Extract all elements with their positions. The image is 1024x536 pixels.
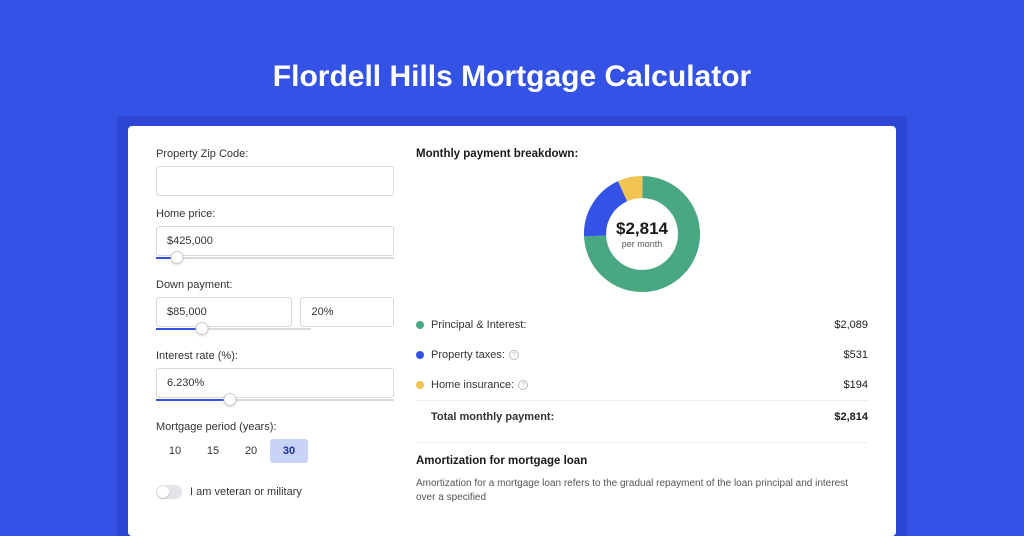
rate-input[interactable] [156,368,394,398]
legend-dot [416,321,424,329]
legend-label: Property taxes:? [431,349,844,361]
info-icon[interactable]: ? [518,380,528,390]
donut-sub: per month [622,239,663,249]
period-button-10[interactable]: 10 [156,439,194,463]
price-slider-thumb[interactable] [171,251,184,264]
legend-row: Principal & Interest:$2,089 [416,310,868,340]
calculator-card: Property Zip Code: Home price: Down paym… [128,126,896,536]
page-title: Flordell Hills Mortgage Calculator [273,60,751,94]
veteran-toggle-knob [157,486,169,498]
legend-value: $194 [844,379,868,391]
rate-slider-thumb[interactable] [223,393,236,406]
rate-group: Interest rate (%): [156,350,394,409]
period-group: Mortgage period (years): 10152030 [156,421,394,463]
legend-total-row: Total monthly payment: $2,814 [416,400,868,432]
card-backdrop: Property Zip Code: Home price: Down paym… [117,116,907,536]
rate-slider[interactable] [156,397,394,409]
price-group: Home price: [156,208,394,267]
period-button-20[interactable]: 20 [232,439,270,463]
info-icon[interactable]: ? [509,350,519,360]
legend-dot [416,351,424,359]
amortization-title: Amortization for mortgage loan [416,455,868,467]
downpayment-group: Down payment: [156,279,394,338]
downpayment-label: Down payment: [156,279,394,291]
downpayment-slider-thumb[interactable] [196,322,209,335]
total-label: Total monthly payment: [431,411,834,423]
downpayment-amount-input[interactable] [156,297,292,327]
legend-row: Property taxes:?$531 [416,340,868,370]
downpayment-slider[interactable] [156,326,311,338]
breakdown-panel: Monthly payment breakdown: $2,814 per mo… [416,148,868,536]
amortization-section: Amortization for mortgage loan Amortizat… [416,442,868,505]
veteran-row: I am veteran or military [156,485,394,499]
veteran-toggle[interactable] [156,485,182,499]
donut-center: $2,814 per month [580,172,704,296]
legend-row: Home insurance:?$194 [416,370,868,400]
veteran-label: I am veteran or military [190,486,302,498]
price-input[interactable] [156,226,394,256]
price-slider[interactable] [156,255,394,267]
donut-chart: $2,814 per month [580,172,704,296]
total-value: $2,814 [834,411,868,423]
legend-dot [416,381,424,389]
legend-value: $2,089 [834,319,868,331]
zip-label: Property Zip Code: [156,148,394,160]
breakdown-title: Monthly payment breakdown: [416,148,868,160]
downpayment-percent-input[interactable] [300,297,394,327]
form-panel: Property Zip Code: Home price: Down paym… [156,148,394,536]
legend-value: $531 [844,349,868,361]
legend-label: Home insurance:? [431,379,844,391]
legend-label: Principal & Interest: [431,319,834,331]
period-buttons: 10152030 [156,439,394,463]
amortization-text: Amortization for a mortgage loan refers … [416,477,868,505]
legend: Principal & Interest:$2,089Property taxe… [416,310,868,400]
period-button-30[interactable]: 30 [270,439,308,463]
period-label: Mortgage period (years): [156,421,394,433]
donut-amount: $2,814 [616,219,668,239]
donut-chart-wrap: $2,814 per month [416,172,868,296]
period-button-15[interactable]: 15 [194,439,232,463]
rate-label: Interest rate (%): [156,350,394,362]
zip-group: Property Zip Code: [156,148,394,196]
price-label: Home price: [156,208,394,220]
zip-input[interactable] [156,166,394,196]
